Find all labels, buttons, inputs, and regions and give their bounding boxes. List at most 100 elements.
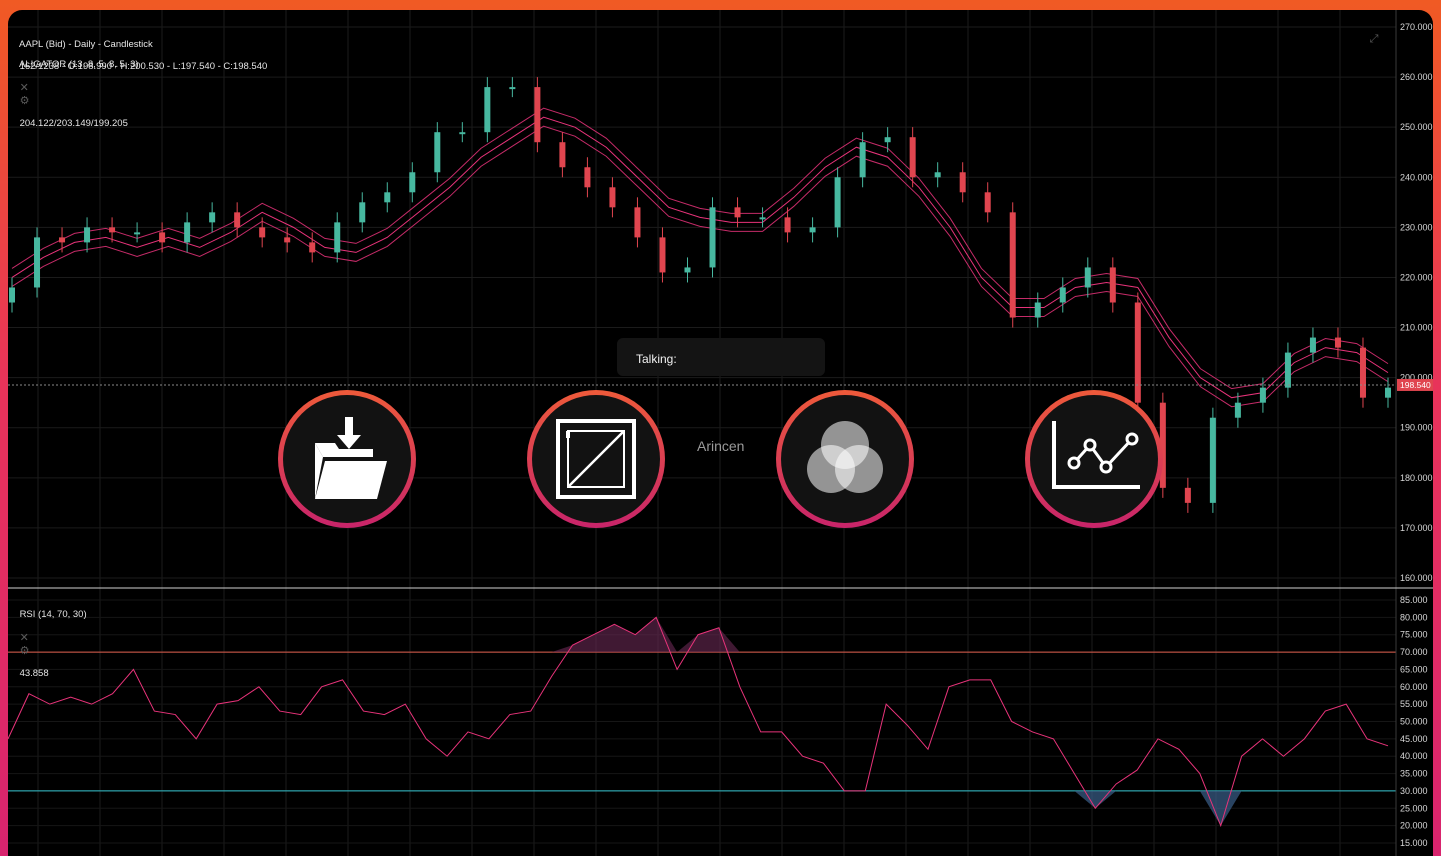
indicator-legend: ALIGATOR (13, 8, 5, 8, 5, 3) ✕ ⚙ 204.122… — [9, 48, 139, 140]
candle-body — [359, 202, 366, 223]
alligator-values: 204.122/203.149/199.205 — [19, 118, 128, 129]
candle-body — [909, 137, 916, 178]
candle-body — [784, 217, 791, 233]
candle-body — [259, 227, 266, 238]
rsi-tick-label: 45.000 — [1400, 734, 1428, 744]
price-tick-label: 190.000 — [1400, 423, 1433, 433]
candle-body — [34, 237, 41, 288]
candle-body — [559, 142, 566, 168]
candle-body — [284, 237, 291, 243]
expand-icon[interactable]: ⤢ — [1370, 33, 1379, 45]
rsi-tick-label: 55.000 — [1400, 699, 1428, 709]
candle-body — [984, 192, 991, 213]
candle-body — [109, 227, 116, 233]
candle-body — [84, 227, 91, 243]
rsi-label: RSI (14, 70, 30) — [19, 609, 87, 620]
candle-body — [1109, 267, 1116, 303]
rsi-tick-label: 30.000 — [1400, 786, 1428, 796]
talking-label: Talking: — [636, 352, 677, 366]
trading-chart[interactable]: 270.000 260.000 250.000 240.000 230.000 220.0… — [8, 10, 1433, 856]
candle-body — [434, 132, 441, 173]
open-file-button[interactable] — [278, 390, 416, 528]
candle-body — [884, 137, 891, 143]
candle-body — [1084, 267, 1091, 288]
candle-body — [709, 207, 716, 268]
candle-body — [834, 177, 841, 228]
candle-body — [659, 237, 666, 273]
candle-body — [1334, 337, 1341, 348]
candle-body — [1385, 387, 1391, 398]
app-frame: 270.000 260.000 250.000 240.000 230.000 220.0… — [8, 10, 1433, 856]
candle-body — [484, 87, 491, 133]
candle-body — [334, 222, 341, 253]
rsi-tick-label: 35.000 — [1400, 769, 1428, 779]
line-graph-button[interactable] — [1025, 390, 1163, 528]
candle-body — [1284, 352, 1291, 388]
close-indicator-icon[interactable]: ✕ — [20, 82, 29, 94]
rsi-tick-label: 20.000 — [1400, 821, 1428, 831]
candle-body — [134, 232, 141, 235]
candle-body — [59, 237, 66, 243]
crop-resize-button[interactable] — [527, 390, 665, 528]
price-tick-label: 240.000 — [1400, 172, 1433, 182]
candle-body — [1359, 347, 1366, 398]
price-tick-label: 250.000 — [1400, 122, 1433, 132]
candle-body — [1184, 487, 1191, 503]
rsi-tick-label: 40.000 — [1400, 751, 1428, 761]
candle-body — [534, 87, 541, 143]
price-tick-label: 270.000 — [1400, 22, 1433, 32]
candle-body — [234, 212, 241, 228]
candle-body — [184, 222, 191, 243]
candle-body — [684, 267, 691, 273]
talking-box[interactable]: Talking: — [617, 338, 825, 376]
rsi-settings-icon[interactable]: ⚙ — [20, 645, 30, 657]
color-blend-button[interactable] — [776, 390, 914, 528]
candle-body — [1259, 387, 1266, 403]
rsi-tick-label: 60.000 — [1400, 682, 1428, 692]
rsi-tick-label: 50.000 — [1400, 717, 1428, 727]
candle-body — [1009, 212, 1016, 318]
price-tick-label: 210.000 — [1400, 323, 1433, 333]
candle-body — [309, 242, 316, 253]
candle-body — [1134, 302, 1141, 403]
candle-body — [1309, 337, 1316, 353]
candle-body — [384, 192, 391, 203]
rsi-legend: RSI (14, 70, 30) ✕ ⚙ 43.858 — [9, 598, 87, 690]
candle-body — [809, 227, 816, 233]
candle-body — [1059, 287, 1066, 303]
candle-body — [959, 172, 966, 193]
candle-body — [609, 187, 616, 208]
candle-body — [759, 217, 766, 220]
candle-body — [9, 287, 15, 303]
alligator-label: ALIGATOR (13, 8, 5, 8, 5, 3) — [19, 59, 139, 70]
candle-body — [934, 172, 941, 178]
color-circles-icon — [807, 421, 883, 493]
close-rsi-icon[interactable]: ✕ — [20, 632, 29, 644]
crop-resize-icon — [556, 419, 636, 499]
price-tick-label: 170.000 — [1400, 523, 1433, 533]
candle-body — [734, 207, 741, 218]
candle-body — [634, 207, 641, 238]
price-tick-label: 230.000 — [1400, 222, 1433, 232]
candle-body — [1234, 402, 1241, 418]
price-tick-label: 160.000 — [1400, 573, 1433, 583]
price-tick-label: 180.000 — [1400, 473, 1433, 483]
price-tick-label: 220.000 — [1400, 272, 1433, 282]
main-expand-icon-wrap[interactable]: ⤢ — [1359, 22, 1379, 57]
rsi-tick-label: 65.000 — [1400, 664, 1428, 674]
brand-label: Arincen — [697, 438, 745, 454]
candle-body — [584, 167, 591, 188]
rsi-tick-label: 70.000 — [1400, 647, 1428, 657]
rsi-tick-label: 80.000 — [1400, 612, 1428, 622]
open-folder-icon — [315, 417, 387, 499]
candle-body — [409, 172, 416, 193]
rsi-tick-label: 75.000 — [1400, 630, 1428, 640]
line-graph-icon — [1052, 421, 1140, 489]
rsi-tick-label: 25.000 — [1400, 803, 1428, 813]
candle-body — [1034, 302, 1041, 318]
rsi-value: 43.858 — [19, 668, 49, 679]
indicator-settings-icon[interactable]: ⚙ — [20, 95, 30, 107]
candle-body — [509, 87, 516, 90]
candle-body — [1209, 417, 1216, 503]
rsi-tick-label: 85.000 — [1400, 595, 1428, 605]
